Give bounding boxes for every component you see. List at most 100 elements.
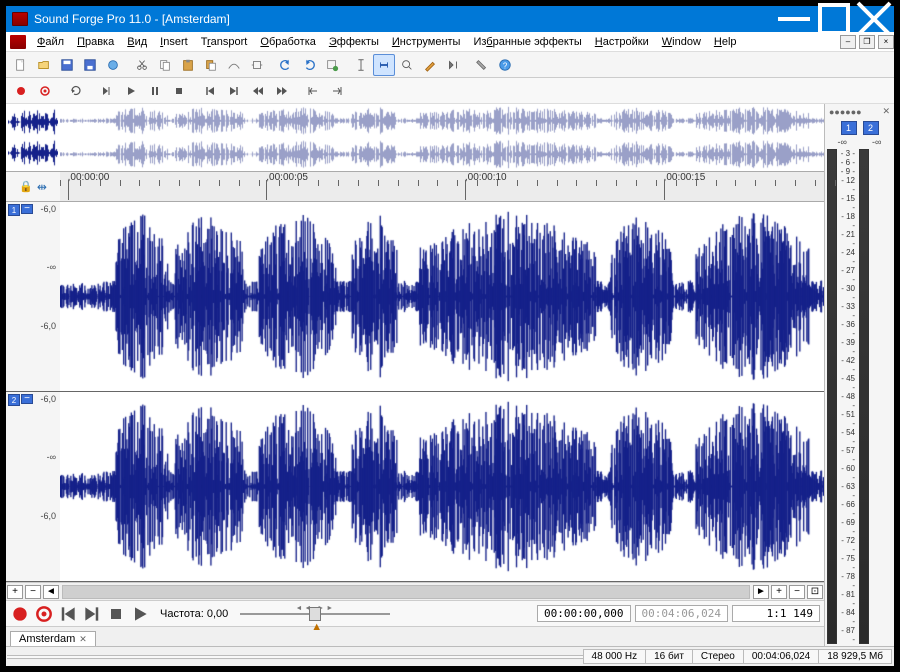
go-end-button[interactable] [223,81,245,101]
scroll-left-button[interactable]: ◄ [43,585,59,599]
edit-tool-button[interactable] [350,54,372,76]
redo-button[interactable] [298,54,320,76]
meters-grip-icon[interactable]: ●●●●●● [829,107,862,117]
rewind-button[interactable] [247,81,269,101]
channel-2-collapse[interactable]: − [21,394,33,404]
cursor-prev-button[interactable] [302,81,324,101]
menu-file[interactable]: Файл [31,34,70,50]
channel-1-number[interactable]: 1 [8,204,20,216]
stop-button[interactable] [168,81,190,101]
lock-icon[interactable]: 🔒 [19,180,33,193]
menu-insert[interactable]: Insert [154,34,194,50]
menu-effects[interactable]: Эффекты [323,34,385,50]
menu-tools[interactable]: Инструменты [386,34,467,50]
time-ruler[interactable]: ,00:00:00,00:00:05,00:00:10,00:00:15 [60,172,824,201]
mdi-close-button[interactable]: × [878,35,894,49]
zoom-in-horz-button[interactable]: + [771,585,787,599]
save-as-button[interactable] [79,54,101,76]
playback-rate-slider[interactable]: ◄◄ ►► ▲ [240,607,390,621]
repeat-button[interactable] [321,54,343,76]
menu-settings[interactable]: Настройки [589,34,655,50]
go-end-button-2[interactable] [82,605,102,623]
settings-button[interactable] [471,54,493,76]
zoom-out-vert-button[interactable]: − [25,585,41,599]
stop-button-2[interactable] [106,605,126,623]
go-start-button[interactable] [199,81,221,101]
mix-button[interactable] [200,54,222,76]
channel-2-number[interactable]: 2 [8,394,20,406]
record-arm-button-2[interactable] [34,605,54,623]
record-button-2[interactable] [10,605,30,623]
time-current-box[interactable]: 00:00:00,000 [537,605,630,622]
channel-1: 1− -6,0 -∞ -6,0 [6,202,824,392]
mdi-restore-button[interactable]: ❐ [859,35,875,49]
magnify-tool-button[interactable] [373,54,395,76]
zoom-out-horz-button[interactable]: − [789,585,805,599]
cut-button[interactable] [131,54,153,76]
menu-transport[interactable]: Transport [195,34,254,50]
copy-button[interactable] [154,54,176,76]
forward-button[interactable] [271,81,293,101]
titlebar: Sound Forge Pro 11.0 - [Amsterdam] [6,6,894,32]
paste-button[interactable] [177,54,199,76]
scroll-right-button[interactable]: ► [753,585,769,599]
ruler-gutter: 🔒 ⇹ [6,172,60,201]
save-button[interactable] [56,54,78,76]
zoom-ratio-box[interactable]: 1:1 149 [732,605,820,622]
event-tool-button[interactable] [442,54,464,76]
mdi-minimize-button[interactable]: – [840,35,856,49]
overview-waveform[interactable] [60,104,824,171]
meters-close-icon[interactable]: ✕ [882,106,890,117]
record-arm-button[interactable] [34,81,56,101]
status-sample-rate[interactable]: 48 000 Hz [583,649,647,664]
minimize-button[interactable] [774,6,814,32]
status-channels[interactable]: Стерео [692,649,744,664]
go-start-button-2[interactable] [58,605,78,623]
cursor-next-button[interactable] [326,81,348,101]
zoom-tool-button[interactable] [396,54,418,76]
snap-icon[interactable]: ⇹ [37,180,47,194]
undo-button[interactable] [275,54,297,76]
menu-edit[interactable]: Правка [71,34,120,50]
status-bit-depth[interactable]: 16 бит [645,649,693,664]
help-button[interactable]: ? [494,54,516,76]
zoom-scrollbar-row: + − ◄ ► + − ⊡ [6,582,824,600]
main-toolbar: ? [6,52,894,78]
menu-view[interactable]: Вид [121,34,153,50]
status-disk[interactable]: 18 929,5 Мб [818,649,892,664]
pencil-tool-button[interactable] [419,54,441,76]
maximize-button[interactable] [814,6,854,32]
zoom-fit-button[interactable]: ⊡ [807,585,823,599]
menu-help[interactable]: Help [708,34,743,50]
crossfade-button[interactable] [223,54,245,76]
channel-2-waveform[interactable] [60,392,824,581]
close-button[interactable] [854,6,894,32]
overview-panel[interactable] [6,104,824,172]
play-all-button[interactable] [96,81,118,101]
channel-2-scale-bot: -6,0 [40,511,56,521]
loop-button[interactable] [65,81,87,101]
channel-1-waveform[interactable] [60,202,824,391]
internet-button[interactable] [102,54,124,76]
status-duration[interactable]: 00:04:06,024 [743,649,819,664]
play-button-2[interactable] [130,605,150,623]
pause-button[interactable] [144,81,166,101]
trim-button[interactable] [246,54,268,76]
menu-window[interactable]: Window [656,34,707,50]
channel-1-scale-mid: -∞ [47,262,56,272]
zoom-in-vert-button[interactable]: + [7,585,23,599]
open-button[interactable] [33,54,55,76]
menu-favorites[interactable]: Избранные эффекты [467,34,587,50]
channel-1-collapse[interactable]: − [21,204,33,214]
overview-gutter [6,104,60,171]
new-button[interactable] [10,54,32,76]
menu-process[interactable]: Обработка [254,34,321,50]
time-total-box[interactable]: 00:04:06,024 [635,605,728,622]
tab-close-icon[interactable]: ✕ [79,634,87,645]
meter-ch1-button[interactable]: 1 [841,121,857,135]
meter-ch2-button[interactable]: 2 [863,121,879,135]
record-button[interactable] [10,81,32,101]
horizontal-scrollbar[interactable] [62,585,750,599]
tab-amsterdam[interactable]: Amsterdam ✕ [10,631,96,646]
play-button[interactable] [120,81,142,101]
